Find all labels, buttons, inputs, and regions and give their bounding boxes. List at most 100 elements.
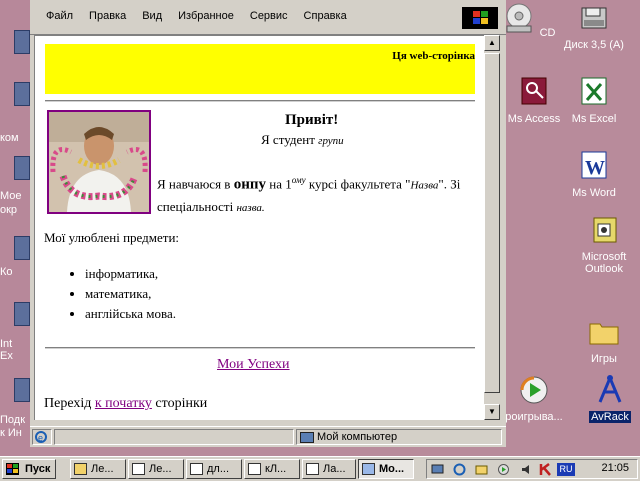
browser-window: Файл Правка Вид Избранное Сервис Справка… — [30, 0, 506, 447]
desktop-icon-partial[interactable] — [14, 82, 30, 106]
study-paragraph: Я навчаюся в онпу на 1ому курсі факульте… — [157, 170, 477, 219]
media-icon[interactable] — [497, 463, 510, 476]
desktop-icon-label: Ms Word — [572, 187, 616, 199]
taskbar-label: дл... — [207, 463, 230, 475]
cd-drive-icon — [506, 3, 532, 33]
desktop-label: Подк — [0, 414, 26, 426]
ordinal-suffix: ому — [291, 175, 306, 185]
taskbar-button-active[interactable]: Мо... — [358, 459, 414, 479]
subjects-list: інформатика, математика, англійська мова… — [67, 264, 176, 324]
list-item: математика, — [85, 284, 176, 304]
student-group: групи — [318, 135, 344, 147]
menu-bar: Файл Правка Вид Избранное Сервис Справка — [30, 0, 506, 35]
desktop-icon-games[interactable]: Игры — [572, 316, 636, 365]
ie-icon[interactable] — [453, 463, 466, 476]
svg-text:e: e — [38, 433, 43, 443]
desktop-label: Ко — [0, 266, 13, 278]
ms-word-icon: W — [581, 151, 607, 179]
scroll-down-icon[interactable]: ▼ — [484, 404, 500, 420]
desktop-icon-avrack[interactable]: AvRack — [580, 374, 640, 423]
list-item: інформатика, — [85, 264, 176, 284]
avrack-icon — [598, 375, 622, 403]
folder-icon — [74, 463, 87, 475]
security-zone: Мой компьютер — [296, 429, 502, 445]
taskbar-label: кЛ... — [265, 463, 287, 475]
para-text: на 1 — [269, 176, 292, 192]
student-prefix: Я студент — [261, 132, 315, 147]
desktop-icon-word[interactable]: W Ms Word — [562, 150, 626, 199]
banner-text: Ця web-сторінка — [392, 50, 475, 62]
desktop-icon-partial[interactable] — [14, 378, 30, 402]
taskbar-button[interactable]: кЛ... — [244, 459, 300, 479]
volume-icon[interactable] — [521, 463, 534, 476]
desktop-left-strip: ком Мое окр Ко Int Ex Подк к Ин — [0, 0, 30, 456]
desktop-icon-partial[interactable] — [14, 236, 30, 260]
menu-favorites[interactable]: Избранное — [170, 10, 242, 22]
desktop-icon-partial[interactable] — [14, 30, 30, 54]
para-text: курсі факультета " — [308, 176, 411, 192]
desktop-label: ком — [0, 132, 19, 144]
taskbar-button[interactable]: Ла... — [302, 459, 356, 479]
word-doc-icon — [248, 463, 261, 475]
desktop-icon-floppy[interactable]: Диск 3,5 (A) — [562, 2, 626, 51]
desktop-label: окр — [0, 204, 18, 216]
go-top-prefix: Перехід — [44, 396, 92, 411]
taskbar-button[interactable]: Ле... — [128, 459, 184, 479]
start-button[interactable]: Пуск — [2, 459, 56, 479]
desktop-icon-label: AvRack — [589, 411, 631, 423]
ms-excel-icon — [581, 77, 607, 105]
desktop-icon-access[interactable]: Ms Access — [502, 76, 566, 125]
divider — [45, 100, 475, 102]
network-icon[interactable] — [431, 463, 444, 476]
word-doc-icon — [132, 463, 145, 475]
menu-tools[interactable]: Сервис — [242, 10, 296, 22]
svg-text:W: W — [585, 157, 605, 179]
scroll-thumb[interactable] — [484, 53, 500, 393]
language-indicator[interactable]: RU — [557, 463, 575, 476]
desktop-icon-outlook[interactable]: Microsoft Outlook — [572, 214, 636, 275]
greeting: Привіт! — [285, 112, 339, 128]
subjects-title: Мої улюблені предмети: — [44, 230, 180, 245]
taskbar-label: Ла... — [323, 463, 346, 475]
desktop-icon-label: Диск 3,5 (A) — [564, 39, 624, 51]
desktop-icon-label: Microsoft Outlook — [581, 251, 627, 275]
desktop-icon-label: Ms Excel — [571, 113, 617, 125]
antivirus-icon[interactable] — [539, 463, 552, 476]
desktop-icon-player[interactable]: роигрыва... — [502, 374, 566, 423]
success-link[interactable]: Мои Успехи — [217, 357, 290, 373]
desktop-icon-label: роигрыва... — [505, 411, 563, 423]
desktop-icon-partial[interactable] — [14, 302, 30, 326]
taskbar-label: Ле... — [149, 463, 172, 475]
taskbar: Пуск Ле... Ле... дл... кЛ... Ла... Мо...… — [0, 456, 640, 481]
desktop-icon-cd[interactable]: CD — [498, 2, 562, 39]
desktop-icon-partial[interactable] — [14, 156, 30, 180]
desktop-label: Мое — [0, 190, 22, 202]
taskbar-button[interactable]: дл... — [186, 459, 242, 479]
system-tray: RU 21:05 — [426, 459, 638, 479]
desktop-label: Int — [0, 338, 13, 350]
status-bar: e Мой компьютер — [30, 426, 506, 447]
desktop-label: к Ин — [0, 427, 22, 439]
floppy-drive-icon — [581, 7, 607, 29]
menu-view[interactable]: Вид — [134, 10, 170, 22]
taskbar-button[interactable]: Ле... — [70, 459, 126, 479]
taskbar-label: Ле... — [91, 463, 114, 475]
menu-file[interactable]: Файл — [38, 10, 81, 22]
desktop-icon-excel[interactable]: Ms Excel — [562, 76, 626, 125]
media-player-icon — [520, 376, 548, 404]
vertical-scrollbar[interactable]: ▲ ▼ — [484, 35, 500, 420]
banner: Ця web-сторінка — [45, 44, 475, 94]
page-status-icon: e — [32, 429, 52, 445]
mail-icon[interactable] — [475, 463, 488, 476]
page-content: Ця web-сторінка Привіт! Я студент групи — [34, 35, 486, 422]
student-photo — [47, 110, 151, 214]
ms-access-icon — [521, 77, 547, 105]
menu-help[interactable]: Справка — [296, 10, 355, 22]
menu-edit[interactable]: Правка — [81, 10, 134, 22]
taskbar-label: Мо... — [379, 463, 405, 475]
zone-label: Мой компьютер — [317, 431, 398, 443]
go-top-line: Перехід к початку сторінки — [44, 396, 207, 412]
go-top-link[interactable]: к початку — [95, 396, 152, 411]
windows-logo-icon — [6, 463, 19, 475]
student-line: Я студент групи — [261, 132, 344, 148]
